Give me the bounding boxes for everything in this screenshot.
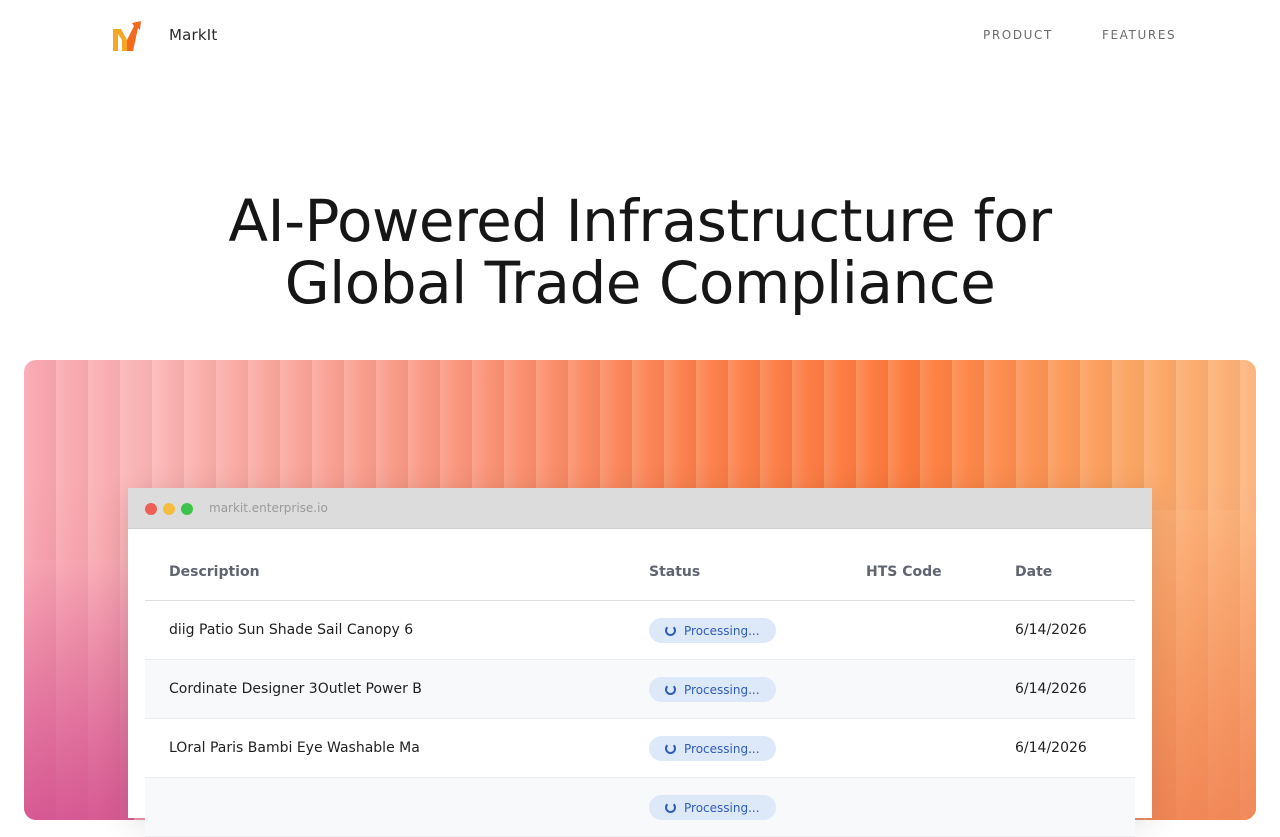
window-close-dot-icon [145, 503, 157, 515]
hero-title: AI-Powered Infrastructure for Global Tra… [0, 190, 1280, 314]
row-date: 6/14/2026 [1015, 622, 1087, 638]
window-maximize-dot-icon [181, 503, 193, 515]
status-badge: Processing... [649, 795, 776, 820]
spinner-icon [665, 802, 676, 813]
nav-link-product[interactable]: PRODUCT [983, 28, 1053, 42]
table-row[interactable]: Cordinate Designer 3Outlet Power B Proce… [145, 660, 1135, 719]
window-titlebar: markit.enterprise.io [128, 488, 1152, 529]
window-url: markit.enterprise.io [209, 501, 328, 515]
markit-logo-icon[interactable] [112, 20, 142, 52]
row-description: Cordinate Designer 3Outlet Power B [169, 681, 422, 697]
app-preview-window: markit.enterprise.io Description Status … [128, 488, 1152, 837]
status-text: Processing... [684, 800, 760, 815]
status-text: Processing... [684, 623, 760, 638]
table-row[interactable]: Processing... [145, 778, 1135, 837]
backdrop-glow-left [24, 560, 134, 820]
row-description: diig Patio Sun Shade Sail Canopy 6 [169, 622, 414, 638]
hero-title-line-1: AI-Powered Infrastructure for [228, 187, 1052, 255]
table-row[interactable]: LOral Paris Bambi Eye Washable Ma Proces… [145, 719, 1135, 778]
row-date: 6/14/2026 [1015, 740, 1087, 756]
brand-name[interactable]: MarkIt [169, 26, 218, 44]
table-header: Description Status HTS Code Date [145, 529, 1135, 601]
spinner-icon [665, 625, 676, 636]
status-text: Processing... [684, 682, 760, 697]
status-badge: Processing... [649, 736, 776, 761]
top-nav: MarkIt PRODUCT FEATURES [0, 0, 1280, 72]
status-badge: Processing... [649, 677, 776, 702]
column-header-hts-code: HTS Code [866, 564, 942, 580]
row-date: 6/14/2026 [1015, 681, 1087, 697]
hero-title-line-2: Global Trade Compliance [284, 249, 996, 317]
column-header-date: Date [1015, 564, 1053, 580]
column-header-description: Description [169, 564, 260, 580]
status-text: Processing... [684, 741, 760, 756]
backdrop-glow-right [1146, 510, 1256, 820]
nav-link-features[interactable]: FEATURES [1102, 28, 1176, 42]
spinner-icon [665, 743, 676, 754]
table-row[interactable]: diig Patio Sun Shade Sail Canopy 6 Proce… [145, 601, 1135, 660]
spinner-icon [665, 684, 676, 695]
row-description: LOral Paris Bambi Eye Washable Ma [169, 740, 420, 756]
column-header-status: Status [649, 564, 701, 580]
products-table: Description Status HTS Code Date diig Pa… [145, 529, 1135, 837]
status-badge: Processing... [649, 618, 776, 643]
window-minimize-dot-icon [163, 503, 175, 515]
